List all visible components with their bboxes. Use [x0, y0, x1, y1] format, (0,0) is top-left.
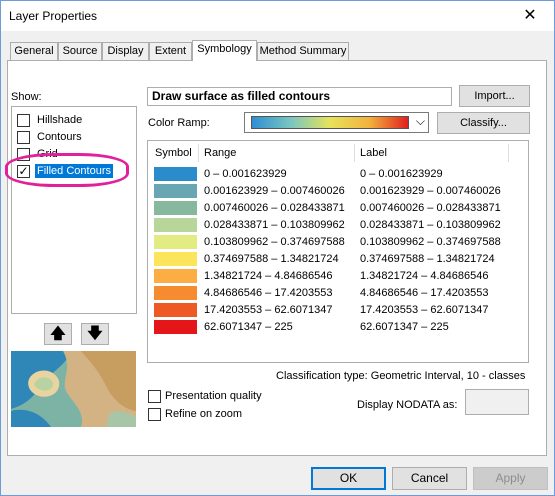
range-cell: 4.84686546 – 17.4203553: [204, 287, 333, 299]
color-ramp-swatch: [251, 116, 409, 129]
arrow-down-icon: 🡇: [87, 325, 103, 342]
title-bar: Layer Properties ✕: [1, 1, 554, 31]
show-item-label: Hillshade: [37, 114, 83, 126]
contours-checkbox[interactable]: [17, 131, 30, 144]
import-button[interactable]: Import...: [459, 85, 530, 107]
symbol-class-table[interactable]: Symbol Range Label 0 – 0.001623929 0 – 0.…: [147, 140, 529, 363]
label-cell: 17.4203553 – 62.6071347: [360, 304, 489, 316]
label-cell: 62.6071347 – 225: [360, 321, 449, 333]
highlight-circle-annotation: [5, 153, 129, 187]
range-cell: 0.001623929 – 0.007460026: [204, 185, 345, 197]
symbol-swatch[interactable]: [154, 252, 197, 266]
classification-info: Classification type: Geometric Interval,…: [276, 370, 526, 382]
nodata-color-button[interactable]: [465, 389, 529, 415]
table-row[interactable]: 0 – 0.001623929 0 – 0.001623929: [148, 165, 528, 182]
ok-button[interactable]: OK: [311, 467, 386, 490]
window-title: Layer Properties: [9, 9, 98, 23]
move-up-button[interactable]: 🡅: [44, 323, 72, 345]
table-row[interactable]: 4.84686546 – 17.4203553 4.84686546 – 17.4…: [148, 284, 528, 301]
label-cell: 0.103809962 – 0.374697588: [360, 236, 501, 248]
range-cell: 62.6071347 – 225: [204, 321, 293, 333]
show-label: Show:: [11, 91, 42, 103]
range-cell: 17.4203553 – 62.6071347: [204, 304, 333, 316]
column-separator: [508, 144, 509, 162]
symbol-swatch[interactable]: [154, 286, 197, 300]
tab-source[interactable]: Source: [58, 42, 102, 60]
show-item-hillshade[interactable]: Hillshade: [15, 112, 133, 128]
table-row[interactable]: 0.001623929 – 0.007460026 0.001623929 – 0…: [148, 182, 528, 199]
refine-on-zoom-checkbox[interactable]: [148, 408, 161, 421]
tab-method-summary[interactable]: Method Summary: [257, 42, 349, 60]
column-separator: [198, 144, 199, 162]
symbol-swatch[interactable]: [154, 167, 197, 181]
symbol-swatch[interactable]: [154, 235, 197, 249]
color-ramp-select[interactable]: ⌵: [244, 112, 429, 133]
column-separator: [354, 144, 355, 162]
label-header[interactable]: Label: [360, 147, 387, 159]
table-row[interactable]: 0.103809962 – 0.374697588 0.103809962 – 0…: [148, 233, 528, 250]
range-cell: 0.103809962 – 0.374697588: [204, 236, 345, 248]
label-cell: 0.001623929 – 0.007460026: [360, 185, 501, 197]
table-row[interactable]: 62.6071347 – 225 62.6071347 – 225: [148, 318, 528, 335]
tab-display[interactable]: Display: [102, 42, 149, 60]
move-down-button[interactable]: 🡇: [81, 323, 109, 345]
label-cell: 0.374697588 – 1.34821724: [360, 253, 495, 265]
symbol-header[interactable]: Symbol: [155, 147, 192, 159]
table-row[interactable]: 1.34821724 – 4.84686546 1.34821724 – 4.84…: [148, 267, 528, 284]
presentation-quality-checkbox[interactable]: [148, 390, 161, 403]
layer-properties-dialog: Layer Properties ✕ General Source Displa…: [0, 0, 555, 496]
table-row[interactable]: 0.374697588 – 1.34821724 0.374697588 – 1.…: [148, 250, 528, 267]
nodata-label: Display NODATA as:: [357, 399, 458, 411]
presentation-quality-label: Presentation quality: [165, 390, 262, 402]
label-cell: 0 – 0.001623929: [360, 168, 443, 180]
range-cell: 0.374697588 – 1.34821724: [204, 253, 339, 265]
range-cell: 0.007460026 – 0.028433871: [204, 202, 345, 214]
symbol-swatch[interactable]: [154, 303, 197, 317]
tab-general[interactable]: General: [10, 42, 58, 60]
classify-button[interactable]: Classify...: [437, 112, 530, 134]
hillshade-checkbox[interactable]: [17, 114, 30, 127]
symbol-swatch[interactable]: [154, 218, 197, 232]
range-cell: 0 – 0.001623929: [204, 168, 287, 180]
label-cell: 0.028433871 – 0.103809962: [360, 219, 501, 231]
symbol-swatch[interactable]: [154, 269, 197, 283]
table-row[interactable]: 0.007460026 – 0.028433871 0.007460026 – 0…: [148, 199, 528, 216]
range-header[interactable]: Range: [204, 147, 236, 159]
table-row[interactable]: 17.4203553 – 62.6071347 17.4203553 – 62.6…: [148, 301, 528, 318]
refine-on-zoom-label: Refine on zoom: [165, 408, 243, 420]
label-cell: 4.84686546 – 17.4203553: [360, 287, 489, 299]
apply-button[interactable]: Apply: [473, 467, 548, 490]
renderer-title: Draw surface as filled contours: [147, 87, 452, 106]
surface-preview-image: [11, 351, 136, 427]
show-item-label: Contours: [37, 131, 82, 143]
table-row[interactable]: 0.028433871 – 0.103809962 0.028433871 – 0…: [148, 216, 528, 233]
show-item-contours[interactable]: Contours: [15, 129, 133, 145]
label-cell: 1.34821724 – 4.84686546: [360, 270, 489, 282]
chevron-down-icon: ⌵: [415, 114, 425, 128]
symbol-swatch[interactable]: [154, 201, 197, 215]
arrow-up-icon: 🡅: [50, 325, 66, 342]
cancel-button[interactable]: Cancel: [392, 467, 467, 490]
color-ramp-label: Color Ramp:: [148, 117, 210, 129]
tab-extent[interactable]: Extent: [149, 42, 192, 60]
label-cell: 0.007460026 – 0.028433871: [360, 202, 501, 214]
symbol-swatch[interactable]: [154, 184, 197, 198]
symbol-swatch[interactable]: [154, 320, 197, 334]
close-icon[interactable]: ✕: [510, 3, 550, 29]
show-list[interactable]: Hillshade Contours Grid ✓ Filled Contour…: [11, 106, 137, 314]
range-cell: 1.34821724 – 4.84686546: [204, 270, 333, 282]
tab-symbology[interactable]: Symbology: [192, 40, 257, 61]
range-cell: 0.028433871 – 0.103809962: [204, 219, 345, 231]
